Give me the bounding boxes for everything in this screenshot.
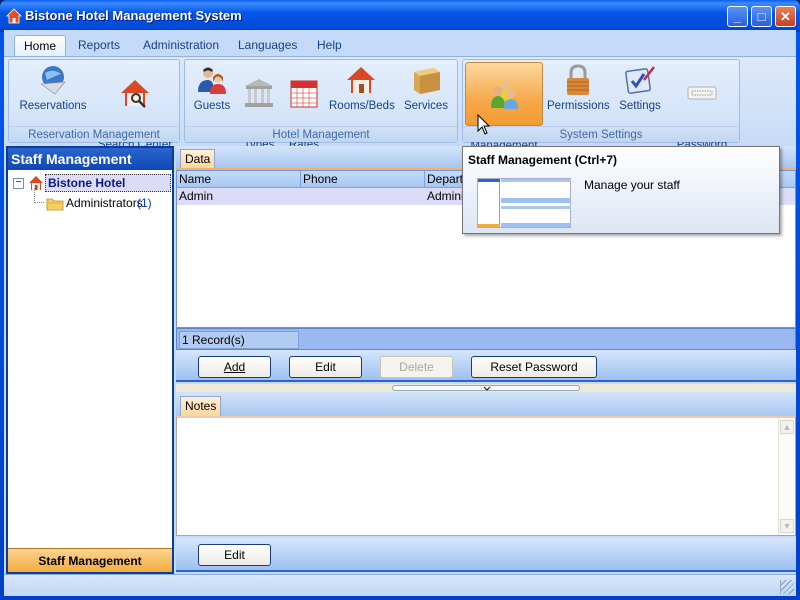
menu-tabs: Home Reports Administration Languages He… [4,30,796,56]
notes-tabstrip: Notes [176,392,796,416]
title-bar[interactable]: Bistone Hotel Management System _ □ ✕ [0,0,800,32]
mouse-cursor-icon [477,114,491,135]
house-icon [347,67,375,93]
house-search-icon [121,80,149,108]
record-count: 1 Record(s) [179,331,299,349]
client-area: Home Reports Administration Languages He… [4,30,796,596]
minimize-icon: _ [733,9,742,24]
ribbon-group-reservation-management: Reservations Room/Bed Search Center Rese… [8,59,180,151]
reset-password-button[interactable]: Reset Password [471,356,597,378]
close-button[interactable]: ✕ [775,6,796,27]
app-window: Bistone Hotel Management System _ □ ✕ Ho… [0,0,800,600]
building-columns-icon [245,79,273,107]
group-label-hotel-management: Hotel Management [185,126,457,142]
delete-label: Delete [399,360,434,374]
hotel-house-icon [6,8,22,24]
ribbon-group-hotel-management: Guests Room Types Room Rates Rooms/Beds … [184,59,458,151]
box-icon [414,68,440,94]
tree-connector [34,188,44,203]
globe-mail-icon [40,66,66,95]
tree-node-administrators[interactable]: Administrators (1) [12,188,168,214]
permissions-label: Permissions [547,100,610,112]
resize-grip-icon[interactable] [780,580,794,594]
notes-textarea[interactable]: ▲ ▼ [176,416,796,536]
reservations-label: Reservations [19,100,87,112]
services-button[interactable]: Services [399,62,453,126]
administrators-label: Administrators [66,196,143,210]
room-bed-search-center-button[interactable]: Room/Bed Search Center [95,62,175,151]
room-rates-button[interactable]: Room Rates [283,62,325,151]
padlock-icon [567,64,589,95]
delete-button[interactable]: Delete [380,356,453,378]
scroll-down-icon[interactable]: ▼ [780,519,794,533]
collapse-icon[interactable]: − [13,178,24,189]
tooltip-title: Staff Management (Ctrl+7) [468,153,618,167]
calendar-icon [290,80,318,108]
tab-data[interactable]: Data [180,149,216,169]
status-bar [4,574,796,596]
cell-name: Admin [179,189,214,203]
rooms-beds-label: Rooms/Beds [329,100,395,112]
tab-notes[interactable]: Notes [180,396,222,416]
tab-reports[interactable]: Reports [69,35,129,56]
staff-tree: − Bistone Hotel Administrators (1) [8,170,172,218]
folder-icon [46,198,64,211]
guests-icon [198,67,226,94]
permissions-button[interactable]: Permissions [547,62,610,126]
ribbon-group-system-settings: Staff Management Permissions Settings Ch… [462,59,740,152]
tab-languages[interactable]: Languages [229,35,306,56]
maximize-button[interactable]: □ [751,6,772,27]
notes-scrollbar[interactable]: ▲ ▼ [778,418,795,535]
add-label: Add [223,360,246,374]
record-bar: 1 Record(s) [176,328,796,350]
staff-icon [491,81,518,109]
data-button-bar: Add Edit Delete Reset Password [176,350,796,382]
reset-password-label: Reset Password [490,360,578,374]
panel-title: Staff Management [8,148,172,170]
staff-management-tooltip: Staff Management (Ctrl+7) Manage your st… [462,146,780,234]
scroll-up-icon[interactable]: ▲ [780,420,794,434]
tooltip-description: Manage your staff [584,178,680,192]
edit-button[interactable]: Edit [289,356,362,378]
column-header-phone[interactable]: Phone [301,171,425,187]
chevron-down-icon [483,386,491,391]
close-icon: ✕ [780,9,791,24]
tab-administration[interactable]: Administration [134,35,228,56]
settings-check-icon [625,66,655,94]
settings-label: Settings [619,100,661,112]
administrators-count: (1) [137,196,152,210]
tab-home[interactable]: Home [14,35,67,56]
column-header-name[interactable]: Name [177,171,301,187]
settings-button[interactable]: Settings [615,62,665,126]
password-field-icon [687,86,717,100]
group-label-system-settings: System Settings [463,126,739,142]
edit-label: Edit [315,360,336,374]
guests-label: Guests [193,100,231,112]
notes-edit-button[interactable]: Edit [198,544,271,566]
guests-button[interactable]: Guests [189,62,235,126]
tooltip-preview-image [477,178,571,228]
ribbon: Reservations Room/Bed Search Center Rese… [4,56,796,152]
window-title: Bistone Hotel Management System [25,8,242,23]
add-button[interactable]: Add [198,356,271,378]
reservations-button[interactable]: Reservations [15,62,91,126]
change-my-password-button[interactable]: Change My Password [669,62,735,151]
splitter-grip[interactable] [392,385,580,391]
minimize-button[interactable]: _ [727,6,748,27]
maximize-icon: □ [757,9,766,24]
tree-root-label: Bistone Hotel [45,174,171,192]
services-label: Services [403,100,449,112]
staff-management-nav-button[interactable]: Staff Management [8,548,172,572]
staff-management-panel: Staff Management − Bistone Hotel Adminis… [6,146,174,574]
splitter[interactable] [176,384,796,392]
group-label-reservation-management: Reservation Management [9,126,179,142]
tab-help[interactable]: Help [308,35,351,56]
room-types-button[interactable]: Room Types [237,62,281,151]
rooms-beds-button[interactable]: Rooms/Beds [329,62,395,126]
notes-button-bar: Edit [176,538,796,572]
notes-edit-label: Edit [224,548,245,562]
